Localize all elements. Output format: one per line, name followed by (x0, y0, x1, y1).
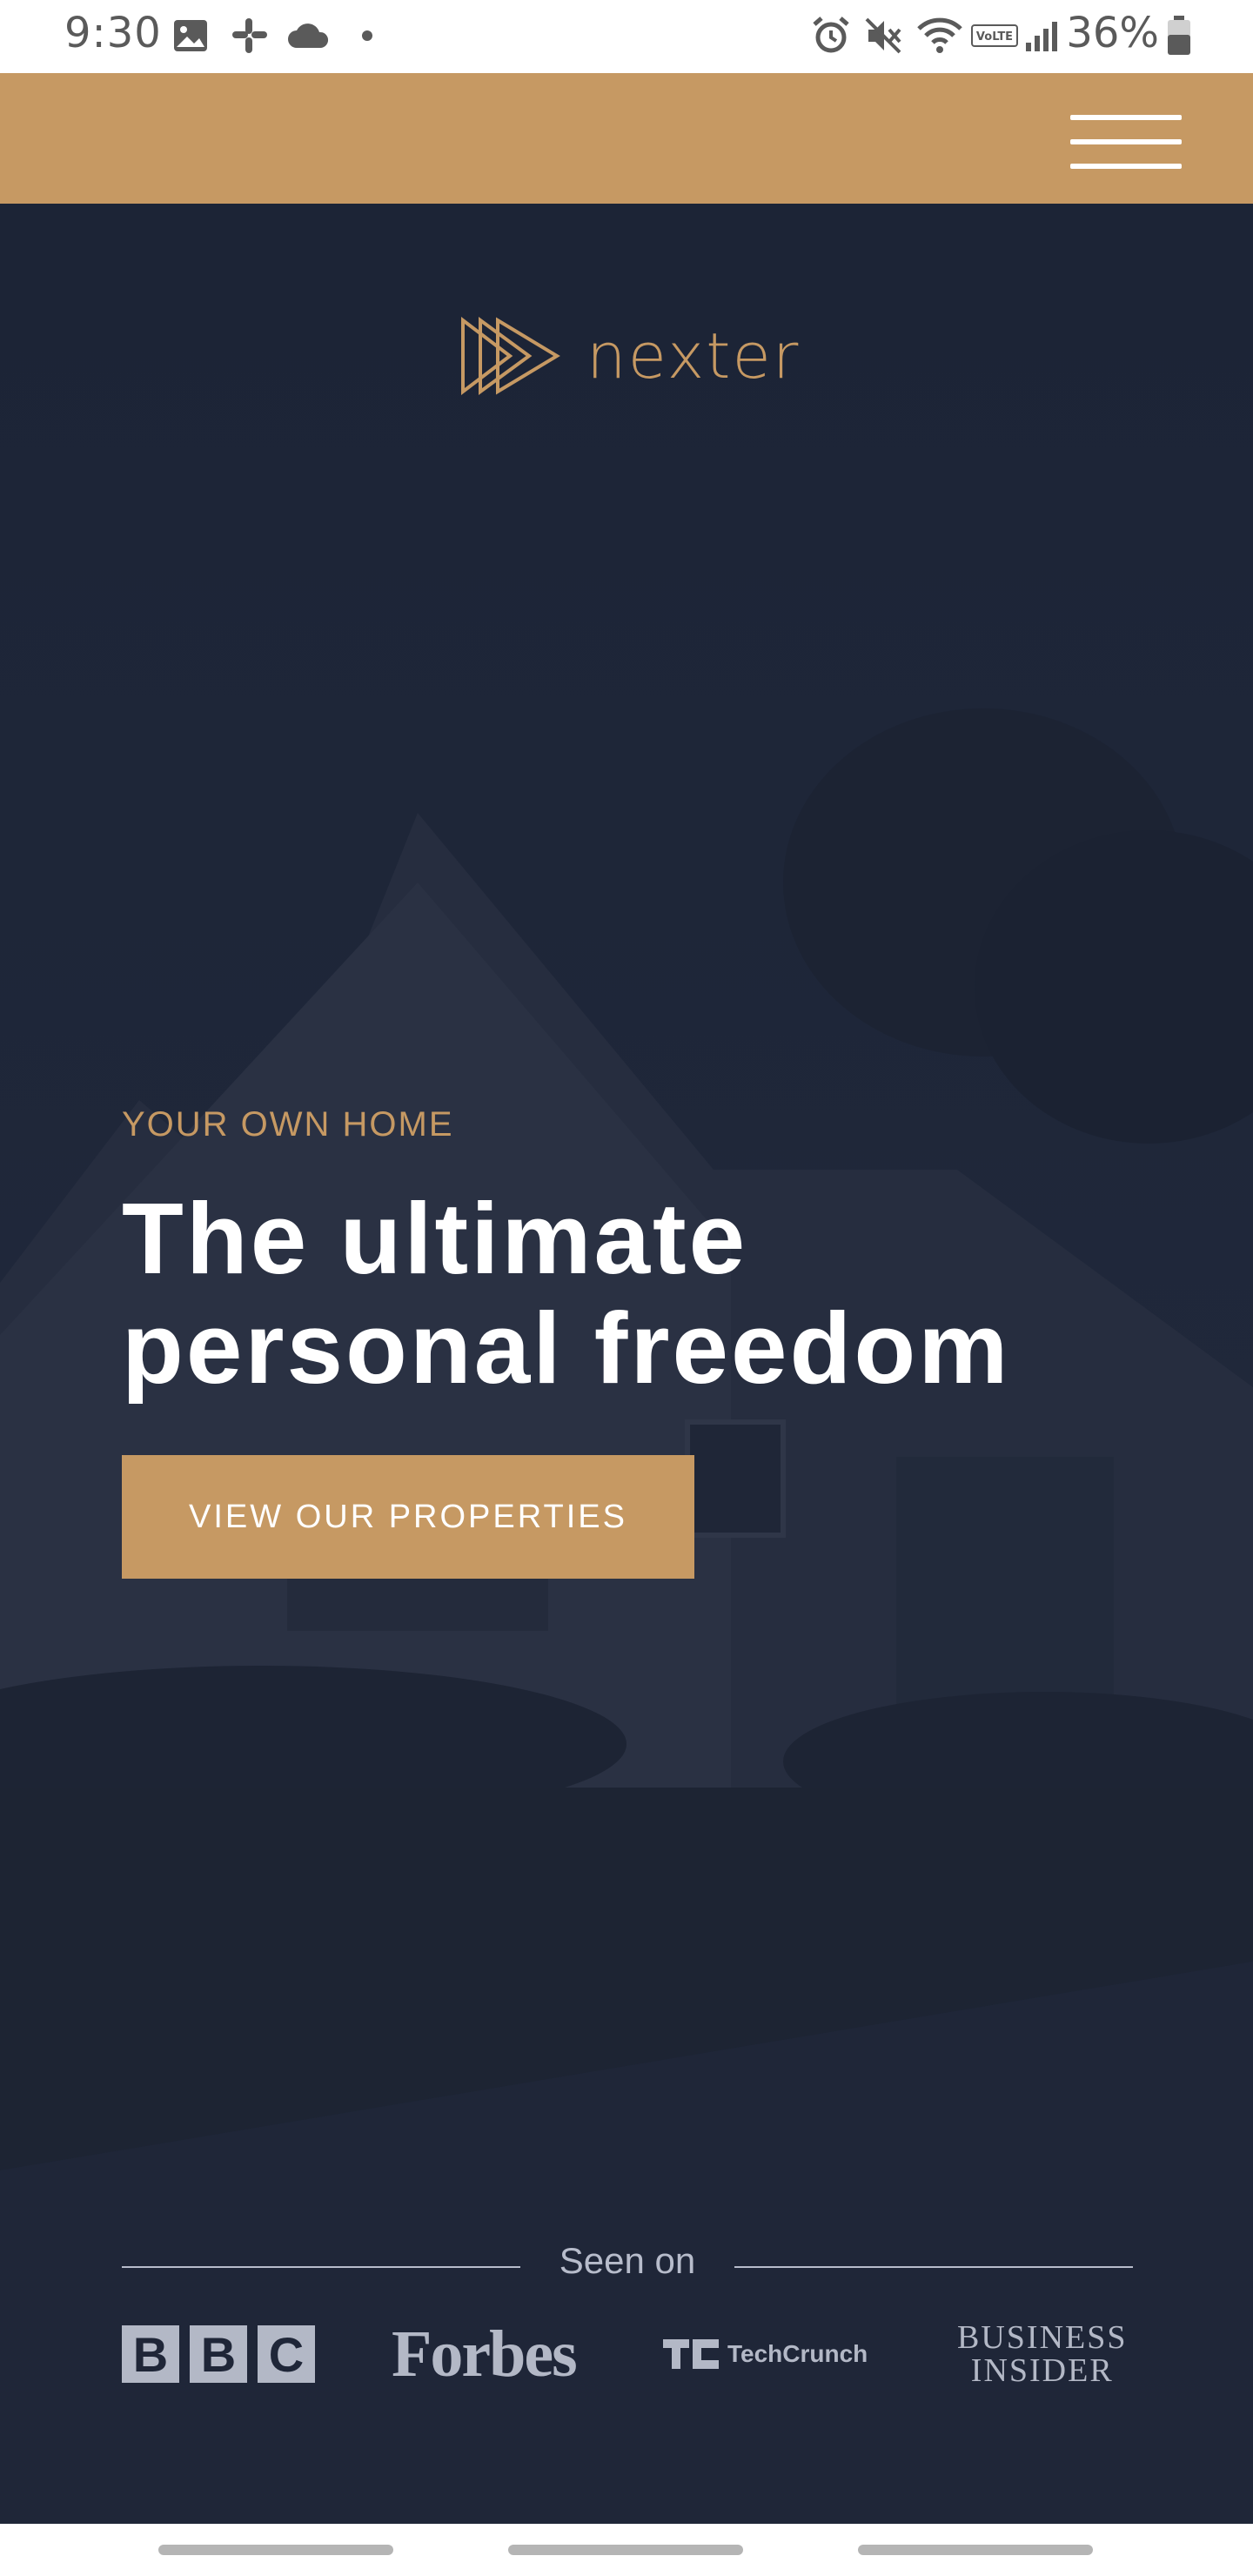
seen-on-label: Seen on (559, 2240, 696, 2281)
headline-line-2: personal freedom (122, 1291, 1011, 1405)
alarm-icon (809, 16, 853, 56)
wifi-icon (914, 16, 966, 56)
hero-section: nexter YOUR OWN HOME The ultimate person… (0, 204, 1253, 2524)
nexter-logo[interactable]: nexter (459, 317, 800, 395)
battery-percent: 36% (1066, 9, 1159, 57)
battery-icon (1164, 16, 1194, 56)
hero-headline: The ultimate personal freedom (122, 1184, 1166, 1403)
hamburger-menu-icon[interactable] (1070, 97, 1183, 176)
logo-text: nexter (586, 319, 801, 392)
business-insider-logo: BUSINESS INSIDER (957, 2315, 1128, 2393)
techcrunch-text: TechCrunch (727, 2340, 868, 2367)
nav-back-handle[interactable] (858, 2545, 1093, 2555)
bbc-logo: B B C (122, 2315, 325, 2393)
nav-recents-handle[interactable] (158, 2545, 393, 2555)
techcrunch-logo: TechCrunch (663, 2315, 868, 2393)
slack-icon (228, 16, 271, 56)
bbc-letter-c: C (258, 2325, 315, 2383)
headline-line-1: The ultimate (122, 1182, 748, 1295)
status-time: 9:30 (64, 9, 162, 57)
forbes-logo: Forbes (392, 2317, 578, 2391)
system-nav-bar (0, 2524, 1253, 2576)
bbc-letter-b1: B (122, 2325, 179, 2383)
status-bar: 9:30 VoLTE 36% (0, 0, 1253, 73)
hero-eyebrow: YOUR OWN HOME (122, 1105, 454, 1144)
bi-line-2: INSIDER (970, 2352, 1114, 2389)
bi-line-1: BUSINESS (957, 2319, 1128, 2356)
techcrunch-icon (663, 2339, 719, 2369)
volte-icon: VoLTE (971, 16, 1018, 56)
dot-icon (358, 16, 376, 56)
svg-text:VoLTE: VoLTE (976, 30, 1013, 44)
cloud-icon (285, 16, 331, 56)
nexter-logo-icon (461, 317, 560, 395)
bbc-letter-b2: B (190, 2325, 247, 2383)
nav-home-handle[interactable] (508, 2545, 743, 2555)
view-properties-button[interactable]: VIEW OUR PROPERTIES (122, 1455, 694, 1579)
seen-on-divider: Seen on (122, 2240, 1133, 2292)
mute-icon (861, 16, 905, 56)
signal-icon (1023, 16, 1060, 56)
gallery-icon (171, 16, 211, 56)
top-nav (0, 73, 1253, 204)
